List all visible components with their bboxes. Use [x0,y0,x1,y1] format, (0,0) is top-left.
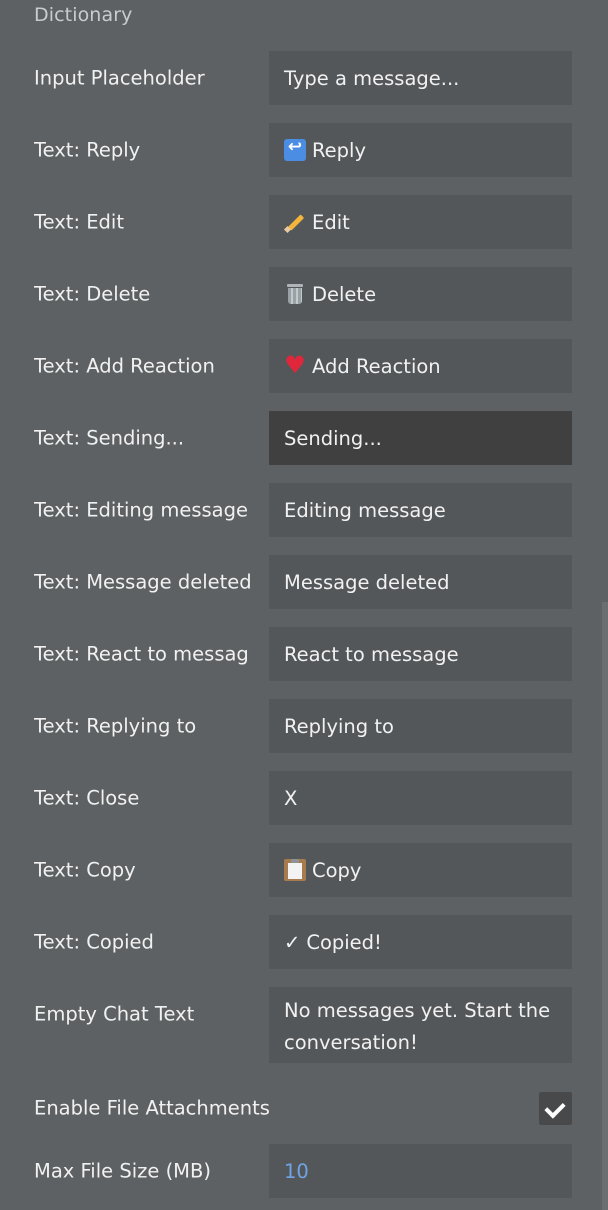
text-copied-field[interactable]: ✓ Copied! [269,915,572,969]
text-reply-field[interactable]: Reply [269,123,572,177]
field-value: Editing message [284,498,446,522]
text-close-field[interactable]: X [269,771,572,825]
text-editing-message-field[interactable]: Editing message [269,483,572,537]
text-message-deleted-field[interactable]: Message deleted [269,555,572,609]
setting-label: Empty Chat Text [34,1002,195,1026]
setting-label: Text: Message deleted [34,570,252,594]
setting-label: Text: Copy [34,858,136,882]
setting-row-enable-file-attachments: Enable File Attachments [0,1090,600,1126]
setting-row-text-message-deleted: Text: Message deleted Message deleted [0,555,600,609]
field-value: React to message [284,642,459,666]
setting-label: Text: Reply [34,138,141,162]
setting-label: Text: Replying to [34,714,197,738]
field-value: Reply [312,138,367,162]
field-value: Copy [312,858,362,882]
setting-row-text-edit: Text: Edit Edit [0,195,600,249]
field-value: Type a message... [284,66,460,90]
field-value: Add Reaction [312,354,441,378]
setting-row-input-placeholder: Input Placeholder Type a message... [0,51,600,105]
enable-file-attachments-checkbox[interactable] [539,1092,572,1125]
field-value: No messages yet. Start the conversation! [284,999,551,1054]
heart-emoji-icon [284,351,306,379]
setting-label: Text: Close [34,786,140,810]
max-file-size-input[interactable]: 10 [269,1144,572,1198]
check-mark-icon: ✓ [284,930,301,954]
setting-row-text-copied: Text: Copied ✓ Copied! [0,915,600,969]
field-value: Edit [312,210,350,234]
input-placeholder-field[interactable]: Type a message... [269,51,572,105]
text-delete-field[interactable]: Delete [269,267,572,321]
setting-row-text-delete: Text: Delete Delete [0,267,600,321]
setting-label: Text: Sending... [34,426,185,450]
setting-label: Text: Editing message [34,498,248,522]
field-value: Replying to [284,714,394,738]
section-title: Dictionary [34,4,133,26]
empty-chat-text-field[interactable]: No messages yet. Start the conversation! [269,987,572,1063]
setting-row-max-file-size: Max File Size (MB) 10 [0,1144,600,1198]
setting-row-text-replying-to: Text: Replying to Replying to [0,699,600,753]
setting-label: Text: Edit [34,210,124,234]
setting-row-text-sending: Text: Sending... Sending... [0,411,600,465]
field-value: 10 [284,1159,309,1183]
text-react-to-message-field[interactable]: React to message [269,627,572,681]
setting-label: Text: React to messag [34,642,249,666]
field-value: Copied! [306,930,382,954]
setting-label: Enable File Attachments [34,1096,270,1120]
setting-row-text-reply: Text: Reply Reply [0,123,600,177]
setting-row-text-close: Text: Close X [0,771,600,825]
setting-row-text-add-reaction: Text: Add Reaction Add Reaction [0,339,600,393]
reply-emoji-icon [284,137,306,161]
field-value: Message deleted [284,570,450,594]
setting-row-text-react-to-message: Text: React to messag React to message [0,627,600,681]
setting-label: Text: Delete [34,282,151,306]
text-copy-field[interactable]: Copy [269,843,572,897]
wastebasket-emoji-icon [284,283,306,305]
setting-row-empty-chat-text: Empty Chat Text No messages yet. Start t… [0,987,600,1063]
clipboard-emoji-icon [284,859,306,881]
scrollbar-thumb[interactable] [602,602,608,1210]
text-edit-field[interactable]: Edit [269,195,572,249]
setting-label: Max File Size (MB) [34,1159,211,1183]
setting-label: Text: Copied [34,930,154,954]
text-sending-field[interactable]: Sending... [269,411,572,465]
setting-label: Input Placeholder [34,66,205,90]
pencil-emoji-icon [284,211,306,233]
setting-row-text-editing-message: Text: Editing message Editing message [0,483,600,537]
field-value: X [284,786,298,810]
field-value: Sending... [284,426,382,450]
text-replying-to-field[interactable]: Replying to [269,699,572,753]
scrollbar[interactable] [602,602,608,1210]
setting-row-text-copy: Text: Copy Copy [0,843,600,897]
field-value: Delete [312,282,377,306]
text-add-reaction-field[interactable]: Add Reaction [269,339,572,393]
setting-label: Text: Add Reaction [34,354,215,378]
